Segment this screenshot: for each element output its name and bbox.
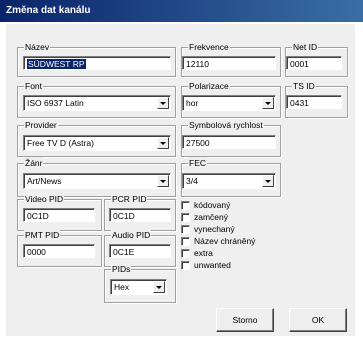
checkbox-nazev-chraneny[interactable]: Název chráněný: [181, 236, 291, 248]
checkbox-box[interactable]: [181, 237, 190, 246]
audio-pid-label: Audio PID: [111, 229, 152, 241]
zanr-select[interactable]: Art/News: [23, 173, 171, 189]
title-bar[interactable]: Změna dat kanálu: [0, 0, 363, 22]
checkbox-label: extra: [194, 248, 213, 258]
dialog-window: Změna dat kanálu Název SÜDWEST RP Frekve…: [0, 0, 363, 340]
fec-value: 3/4: [186, 176, 198, 186]
pids-label: PIDs: [111, 263, 132, 275]
chevron-down-icon[interactable]: [153, 281, 165, 293]
net-id-label: Net ID: [292, 41, 319, 53]
checkbox-box[interactable]: [181, 261, 190, 270]
net-id-input[interactable]: 0001: [286, 56, 342, 70]
ts-id-input[interactable]: 0431: [286, 95, 342, 109]
font-value: ISO 6937 Latin: [27, 98, 84, 108]
provider-select[interactable]: Free TV D (Astra): [23, 135, 171, 151]
provider-label: Provider: [24, 119, 58, 131]
pcr-pid-input[interactable]: 0C1D: [109, 208, 171, 222]
cancel-button[interactable]: Storno: [216, 308, 274, 332]
pmt-pid-label: PMT PID: [24, 229, 61, 241]
ok-button[interactable]: OK: [289, 308, 347, 332]
audio-pid-input[interactable]: 0C1E: [109, 244, 171, 258]
checkbox-label: kódovaný: [194, 200, 231, 210]
polarizace-label: Polarizace: [188, 80, 230, 92]
video-pid-input[interactable]: 0C1D: [23, 208, 95, 222]
provider-value: Free TV D (Astra): [27, 138, 94, 148]
chevron-down-icon[interactable]: [157, 137, 169, 149]
pids-select[interactable]: Hex: [110, 279, 167, 295]
polarizace-select[interactable]: hor: [182, 95, 276, 111]
checkbox-vynechany[interactable]: vynechaný: [181, 224, 291, 236]
window-title: Změna dat kanálu: [6, 5, 91, 16]
pids-value: Hex: [114, 282, 130, 292]
nazev-label: Název: [24, 41, 51, 53]
dialog-client-area: Název SÜDWEST RP Frekvence 12110 Net ID …: [6, 24, 355, 336]
checkbox-box[interactable]: [181, 249, 190, 258]
checkbox-label: vynechaný: [194, 224, 235, 234]
symbolova-rychlost-input[interactable]: 27500: [182, 135, 276, 149]
checkbox-box[interactable]: [181, 213, 190, 222]
chevron-down-icon[interactable]: [262, 97, 274, 109]
checkbox-box[interactable]: [181, 225, 190, 234]
nazev-input[interactable]: SÜDWEST RP: [23, 56, 171, 70]
ts-id-label: TS ID: [292, 80, 316, 92]
symbolova-rychlost-label: Symbolová rychlost: [188, 119, 264, 131]
checkbox-label: unwanted: [194, 260, 231, 270]
fec-label: FEC: [188, 157, 207, 169]
pcr-pid-label: PCR PID: [111, 193, 148, 205]
checkbox-extra[interactable]: extra: [181, 248, 291, 260]
nazev-value: SÜDWEST RP: [27, 59, 86, 69]
pmt-pid-input[interactable]: 0000: [23, 244, 95, 258]
fec-select[interactable]: 3/4: [182, 173, 276, 189]
checkbox-label: Název chráněný: [194, 236, 256, 246]
frekvence-input[interactable]: 12110: [182, 56, 276, 70]
font-select[interactable]: ISO 6937 Latin: [23, 95, 171, 111]
checkbox-label: zamčený: [194, 212, 229, 222]
chevron-down-icon[interactable]: [157, 175, 169, 187]
polarizace-value: hor: [186, 98, 199, 108]
checkbox-kodovany[interactable]: kódovaný: [181, 200, 291, 212]
checkbox-box[interactable]: [181, 201, 190, 210]
checkbox-zamceny[interactable]: zamčený: [181, 212, 291, 224]
frekvence-label: Frekvence: [188, 41, 230, 53]
chevron-down-icon[interactable]: [157, 97, 169, 109]
font-label: Font: [24, 80, 44, 92]
checkbox-unwanted[interactable]: unwanted: [181, 260, 291, 272]
zanr-value: Art/News: [27, 176, 62, 186]
video-pid-label: Video PID: [24, 193, 65, 205]
chevron-down-icon[interactable]: [262, 175, 274, 187]
zanr-label: Žánr: [24, 157, 44, 169]
